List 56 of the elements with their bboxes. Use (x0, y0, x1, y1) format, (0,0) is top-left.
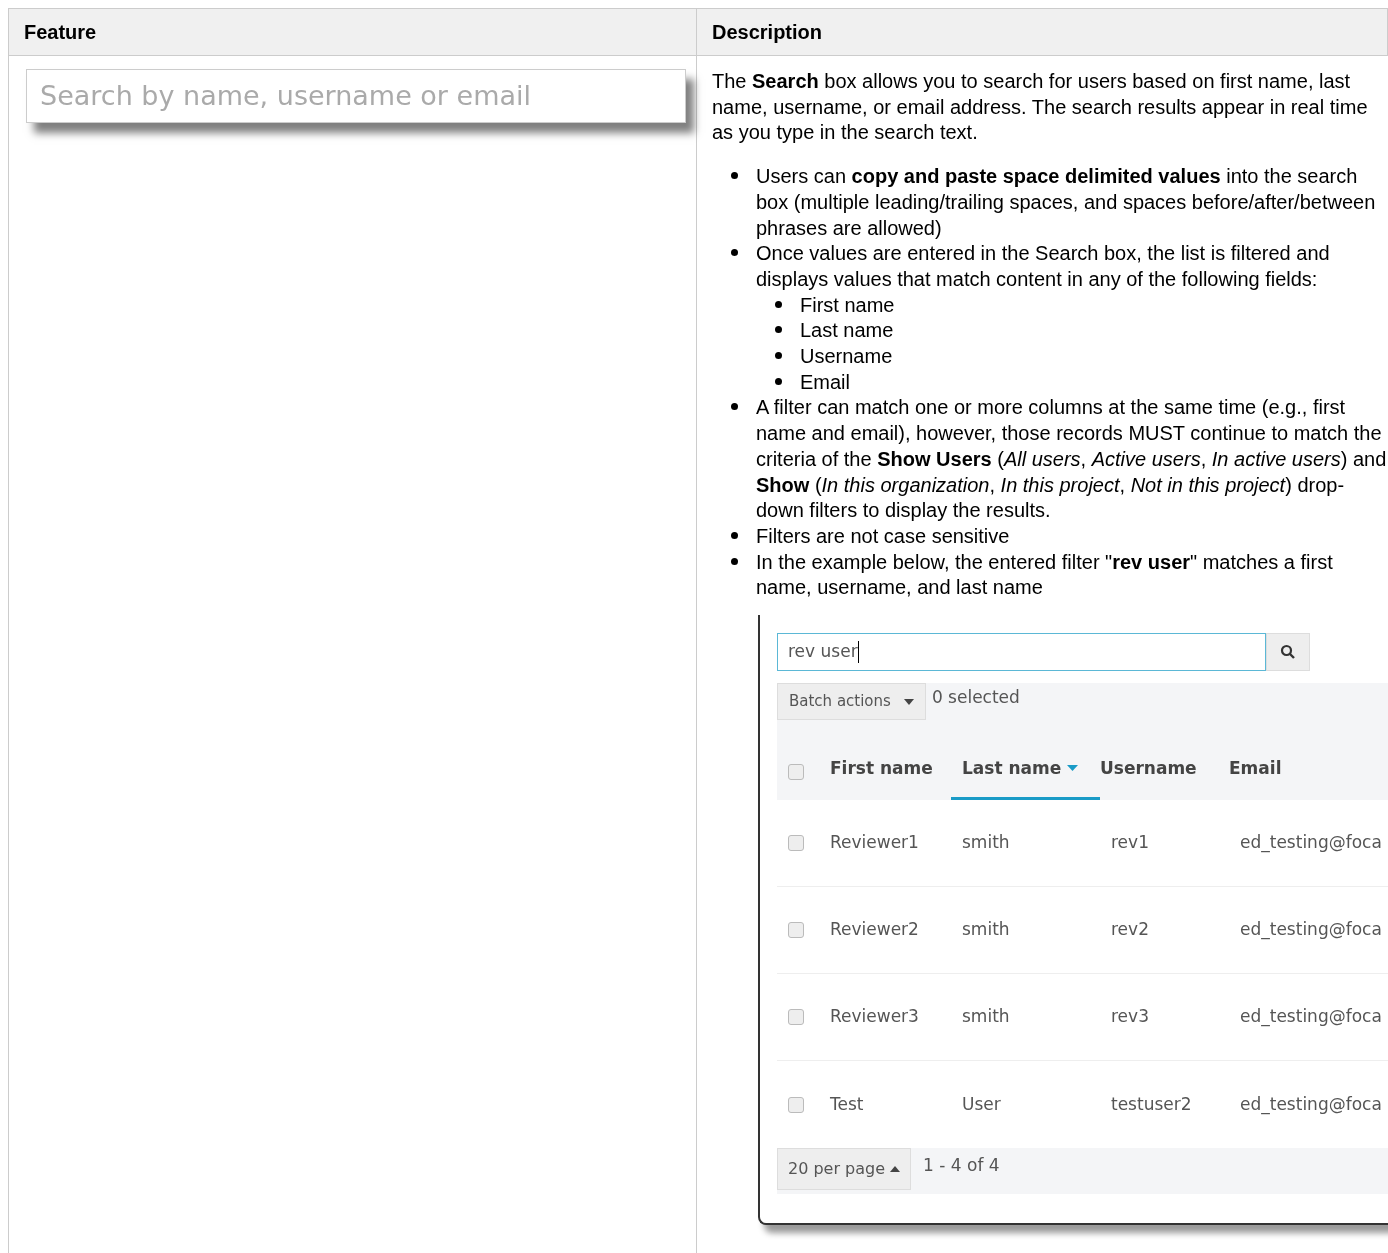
bullet-icon (731, 172, 738, 180)
column-header[interactable]: Username (1100, 756, 1229, 801)
table-cell-text: ed_testing@foca (1240, 1005, 1383, 1029)
table-cell-text: ed_testing@foca (1240, 831, 1383, 855)
caret-icon (890, 1166, 901, 1173)
bullet-text: Filters are not case sensitive (756, 523, 1010, 549)
table-cell-text: Reviewer1 (830, 831, 920, 855)
search-button[interactable] (1266, 633, 1310, 672)
search-field[interactable]: Search by name, username or email (26, 69, 686, 123)
batch-actions-dropdown[interactable]: Batch actions (777, 683, 926, 721)
table-cell-text: ed_testing@foca (1240, 1092, 1383, 1117)
checkbox[interactable] (788, 764, 804, 781)
bullet-icon (775, 326, 782, 334)
bullet-icon (731, 557, 738, 565)
bullet-icon (731, 249, 738, 257)
search-value: rev user (788, 640, 858, 664)
bullet-text: In the example below, the entered filter "rev user" matches a first name, username, and last name (756, 549, 1334, 601)
search-icon (1280, 644, 1296, 661)
bullet-icon (775, 377, 782, 385)
table-cell-text: ed_testing@foca (1240, 918, 1383, 942)
column-header: Description (697, 9, 1388, 55)
table-cell-text: User (962, 1092, 1002, 1116)
bullet-text: Last name (800, 318, 894, 344)
bullet-icon (775, 352, 782, 360)
table-cell-text: testuser2 (1111, 1092, 1193, 1116)
table-cell-text: Reviewer2 (830, 918, 920, 942)
table-cell-text: rev2 (1111, 918, 1150, 942)
checkbox[interactable] (788, 835, 804, 852)
intro-paragraph: The Search box allows you to search for users based on first name, last name, username, or email address. The search results appear in real time as you type in the search text. (712, 69, 1369, 146)
pagination-range: 1 - 4 of 4 (923, 1154, 1000, 1178)
bullet-icon (731, 531, 738, 539)
bullet-text: A filter can match one or more columns at the same time (e.g., first name and email), however, those records MUST continue to match the criteria of the Show Users (All users, Active users, In active users) and Show (In this organization, In this project, Not in this project) drop-down filters to display the results. (756, 395, 1388, 524)
checkbox[interactable] (788, 1009, 804, 1026)
table-cell-text: smith (962, 831, 1011, 855)
table-cell-text: Test (830, 1092, 865, 1116)
table-cell-text: Reviewer3 (830, 1005, 920, 1029)
table-cell-text: smith (962, 918, 1011, 942)
column-header[interactable]: Email (1229, 756, 1388, 801)
selected-count: 0 selected (931, 686, 1020, 710)
table-cell-text: rev3 (1111, 1005, 1150, 1029)
checkbox[interactable] (788, 1096, 804, 1113)
bullet-icon (731, 403, 738, 411)
search-field[interactable]: rev user (777, 633, 1266, 672)
column-header: Feature (9, 9, 697, 55)
sort-caret-icon (1067, 765, 1079, 772)
caret-icon (903, 698, 914, 705)
per-page-dropdown[interactable]: 20 per page (777, 1148, 912, 1191)
table-cell-text: smith (962, 1005, 1011, 1029)
bullet-text: First name (800, 292, 895, 318)
bullet-text: Once values are entered in the Search box, the list is filtered and displays values that match content in any of the following fields: (756, 241, 1331, 292)
bullet-icon (775, 300, 782, 308)
bullet-text: Email (800, 369, 850, 395)
table-cell-text: rev1 (1111, 831, 1150, 855)
checkbox[interactable] (788, 922, 804, 939)
bullet-text: Username (800, 344, 893, 370)
bullet-text: Users can copy and paste space delimited values into the search box (multiple leading/trailing spaces, and spaces before/after/between phrases are allowed) (756, 164, 1377, 241)
